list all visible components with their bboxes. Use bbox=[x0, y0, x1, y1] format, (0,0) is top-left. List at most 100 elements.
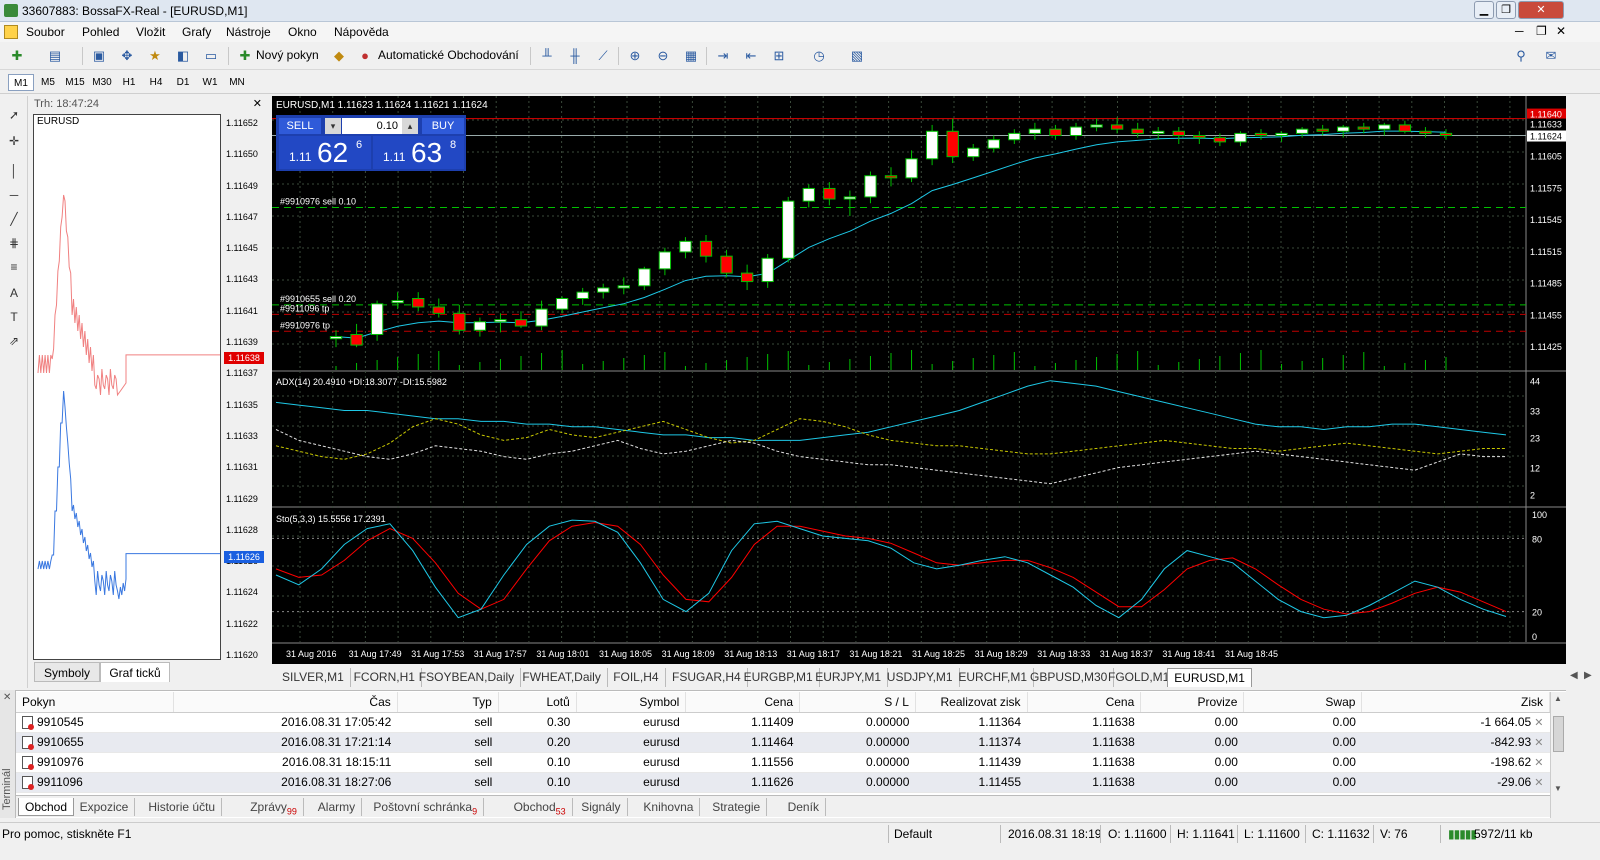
trendline-icon[interactable]: ╱ bbox=[5, 210, 23, 228]
search-icon[interactable]: ⚲ bbox=[1512, 47, 1530, 65]
chart-tab[interactable]: USDJPY,M1 bbox=[881, 668, 960, 687]
favorites-icon[interactable]: ★ bbox=[146, 47, 164, 65]
mdi-restore-button[interactable]: ❐ bbox=[1536, 24, 1547, 38]
chart-tab[interactable]: FSUGAR,H4 bbox=[666, 668, 748, 687]
tab-graf-ticku[interactable]: Graf ticků bbox=[100, 662, 170, 682]
chart-tab[interactable]: EURGBP,M1 bbox=[738, 668, 820, 687]
timeframe-m5[interactable]: M5 bbox=[35, 74, 61, 91]
chart-tab[interactable]: FGOLD,M1 bbox=[1102, 668, 1177, 687]
timeframe-m30[interactable]: M30 bbox=[89, 74, 115, 91]
arrows-icon[interactable]: ⇗ bbox=[5, 332, 23, 350]
bar-chart-icon[interactable]: ╨ bbox=[538, 47, 556, 65]
column-header[interactable]: Pokyn bbox=[16, 692, 175, 713]
lot-down-icon[interactable]: ▾ bbox=[325, 118, 341, 134]
restore-button[interactable]: ❐ bbox=[1496, 1, 1516, 19]
terminal-tab[interactable]: Signály bbox=[575, 798, 628, 816]
terminal-tab[interactable]: Deník bbox=[782, 798, 826, 816]
chart-tab[interactable]: EURJPY,M1 bbox=[809, 668, 888, 687]
chart-tab[interactable]: GBPUSD,M30 bbox=[1024, 668, 1115, 687]
indicators-icon[interactable]: ⊞ bbox=[770, 47, 788, 65]
scroll-up-icon[interactable]: ▲ bbox=[1554, 694, 1562, 703]
scroll-down-icon[interactable]: ▼ bbox=[1554, 784, 1562, 793]
main-chart[interactable]: #9910976 sell 0.10 #9910655 sell 0.20 #991… bbox=[272, 96, 1566, 664]
crosshair-icon[interactable]: ✛ bbox=[5, 132, 23, 150]
channel-icon[interactable]: ⋕ bbox=[5, 234, 23, 252]
tick-chart[interactable]: EURUSD bbox=[33, 114, 221, 660]
close-order-icon[interactable]: ✕ bbox=[1531, 737, 1543, 749]
menu-vlozit[interactable]: Vložit bbox=[136, 25, 165, 39]
sell-button[interactable]: SELL bbox=[279, 118, 321, 134]
terminal-scrollbar[interactable]: ▲ ▼ bbox=[1550, 692, 1566, 818]
mdi-minimize-button[interactable]: ─ bbox=[1515, 24, 1524, 38]
column-header[interactable]: Provize bbox=[1140, 692, 1245, 713]
column-header[interactable]: Čas bbox=[173, 692, 398, 713]
column-header[interactable]: Typ bbox=[397, 692, 499, 713]
zoom-out-icon[interactable]: ⊖ bbox=[654, 47, 672, 65]
tile-windows-icon[interactable]: ▦ bbox=[682, 47, 700, 65]
line-chart-icon[interactable]: ⟋ bbox=[594, 47, 612, 65]
terminal-tab[interactable]: Expozice bbox=[74, 798, 136, 816]
chart-shift-icon[interactable]: ⇤ bbox=[742, 47, 760, 65]
strategy-tester-icon[interactable]: ▭ bbox=[202, 47, 220, 65]
tabs-scroll-right-icon[interactable]: ▶ bbox=[1584, 670, 1592, 681]
tabs-scroll-left-icon[interactable]: ◀ bbox=[1570, 670, 1578, 681]
market-watch-icon[interactable]: ▣ bbox=[90, 47, 108, 65]
fibonacci-icon[interactable]: ≡ bbox=[5, 258, 23, 276]
chart-canvas[interactable]: #9910976 sell 0.10#9910655 sell 0.20#991… bbox=[272, 96, 1566, 664]
lot-up-icon[interactable]: ▴ bbox=[402, 118, 418, 134]
terminal-tab[interactable]: Obchod bbox=[18, 798, 75, 816]
column-header[interactable]: S / L bbox=[799, 692, 916, 713]
terminal-tab[interactable]: Strategie bbox=[706, 798, 768, 816]
panel-close-icon[interactable]: ✕ bbox=[253, 96, 262, 112]
terminal-tab[interactable]: Alarmy bbox=[312, 798, 363, 816]
column-header[interactable]: Symbol bbox=[576, 692, 687, 713]
new-order-icon[interactable]: ✚ bbox=[236, 47, 254, 65]
timeframe-h1[interactable]: H1 bbox=[116, 74, 142, 91]
text-label-icon[interactable]: T bbox=[5, 308, 23, 326]
menu-nastroje[interactable]: Nástroje bbox=[226, 25, 271, 39]
chart-tab[interactable]: FSOYBEAN,Daily bbox=[413, 668, 522, 687]
terminal-tab[interactable]: Knihovna bbox=[637, 798, 701, 816]
horizontal-line-icon[interactable]: ─ bbox=[5, 186, 23, 204]
column-header[interactable]: Lotů bbox=[498, 692, 577, 713]
terminal-tab[interactable]: Zprávy99 bbox=[244, 798, 304, 816]
timeframe-mn[interactable]: MN bbox=[224, 74, 250, 91]
terminal-close-icon[interactable]: ✕ bbox=[3, 692, 11, 703]
chart-tab[interactable]: FWHEAT,Daily bbox=[516, 668, 608, 687]
timeframe-m1[interactable]: M1 bbox=[8, 74, 34, 91]
menu-okno[interactable]: Okno bbox=[288, 25, 317, 39]
timeframe-d1[interactable]: D1 bbox=[170, 74, 196, 91]
lot-input[interactable]: 0.10 bbox=[342, 118, 402, 134]
terminal-tab[interactable]: Obchod53 bbox=[508, 798, 573, 816]
cursor-icon[interactable]: ➚ bbox=[5, 106, 23, 124]
menu-grafy[interactable]: Grafy bbox=[182, 25, 211, 39]
column-header[interactable]: Swap bbox=[1243, 692, 1363, 713]
order-row[interactable]: 9911096 2016.08.31 18:27:06 sell 0.10 eurusd… bbox=[16, 772, 1550, 793]
terminal-icon[interactable]: ◧ bbox=[174, 47, 192, 65]
chat-icon[interactable]: ✉ bbox=[1542, 47, 1560, 65]
timeframe-m15[interactable]: M15 bbox=[62, 74, 88, 91]
auto-scroll-icon[interactable]: ⇥ bbox=[714, 47, 732, 65]
column-header[interactable]: Cena bbox=[1027, 692, 1142, 713]
close-button[interactable]: ✕ bbox=[1518, 1, 1564, 19]
buy-price[interactable]: 1.11 63 8 bbox=[373, 136, 464, 169]
chart-tab[interactable]: EURCHF,M1 bbox=[952, 668, 1035, 687]
buy-button[interactable]: BUY bbox=[422, 118, 464, 134]
column-header[interactable]: Cena bbox=[685, 692, 801, 713]
zoom-in-icon[interactable]: ⊕ bbox=[626, 47, 644, 65]
menu-soubor[interactable]: Soubor bbox=[26, 25, 65, 39]
vertical-line-icon[interactable]: │ bbox=[5, 162, 23, 180]
profiles-icon[interactable]: ▤ bbox=[46, 47, 64, 65]
new-order-button[interactable]: Nový pokyn bbox=[256, 48, 319, 62]
chart-tab[interactable]: FCORN,H1 bbox=[348, 668, 422, 687]
tab-symboly[interactable]: Symboly bbox=[34, 662, 100, 682]
sell-price[interactable]: 1.11 62 6 bbox=[279, 136, 371, 169]
menu-napoveda[interactable]: Nápověda bbox=[334, 25, 389, 39]
terminal-tab[interactable]: Poštovní schránka9 bbox=[367, 798, 485, 816]
chart-tab[interactable]: EURUSD,M1 bbox=[1167, 668, 1252, 687]
menu-pohled[interactable]: Pohled bbox=[82, 25, 119, 39]
chart-tab[interactable]: FOIL,H4 bbox=[607, 668, 666, 687]
timeframe-w1[interactable]: W1 bbox=[197, 74, 223, 91]
text-icon[interactable]: A bbox=[5, 284, 23, 302]
templates-icon[interactable]: ▧ bbox=[848, 47, 866, 65]
